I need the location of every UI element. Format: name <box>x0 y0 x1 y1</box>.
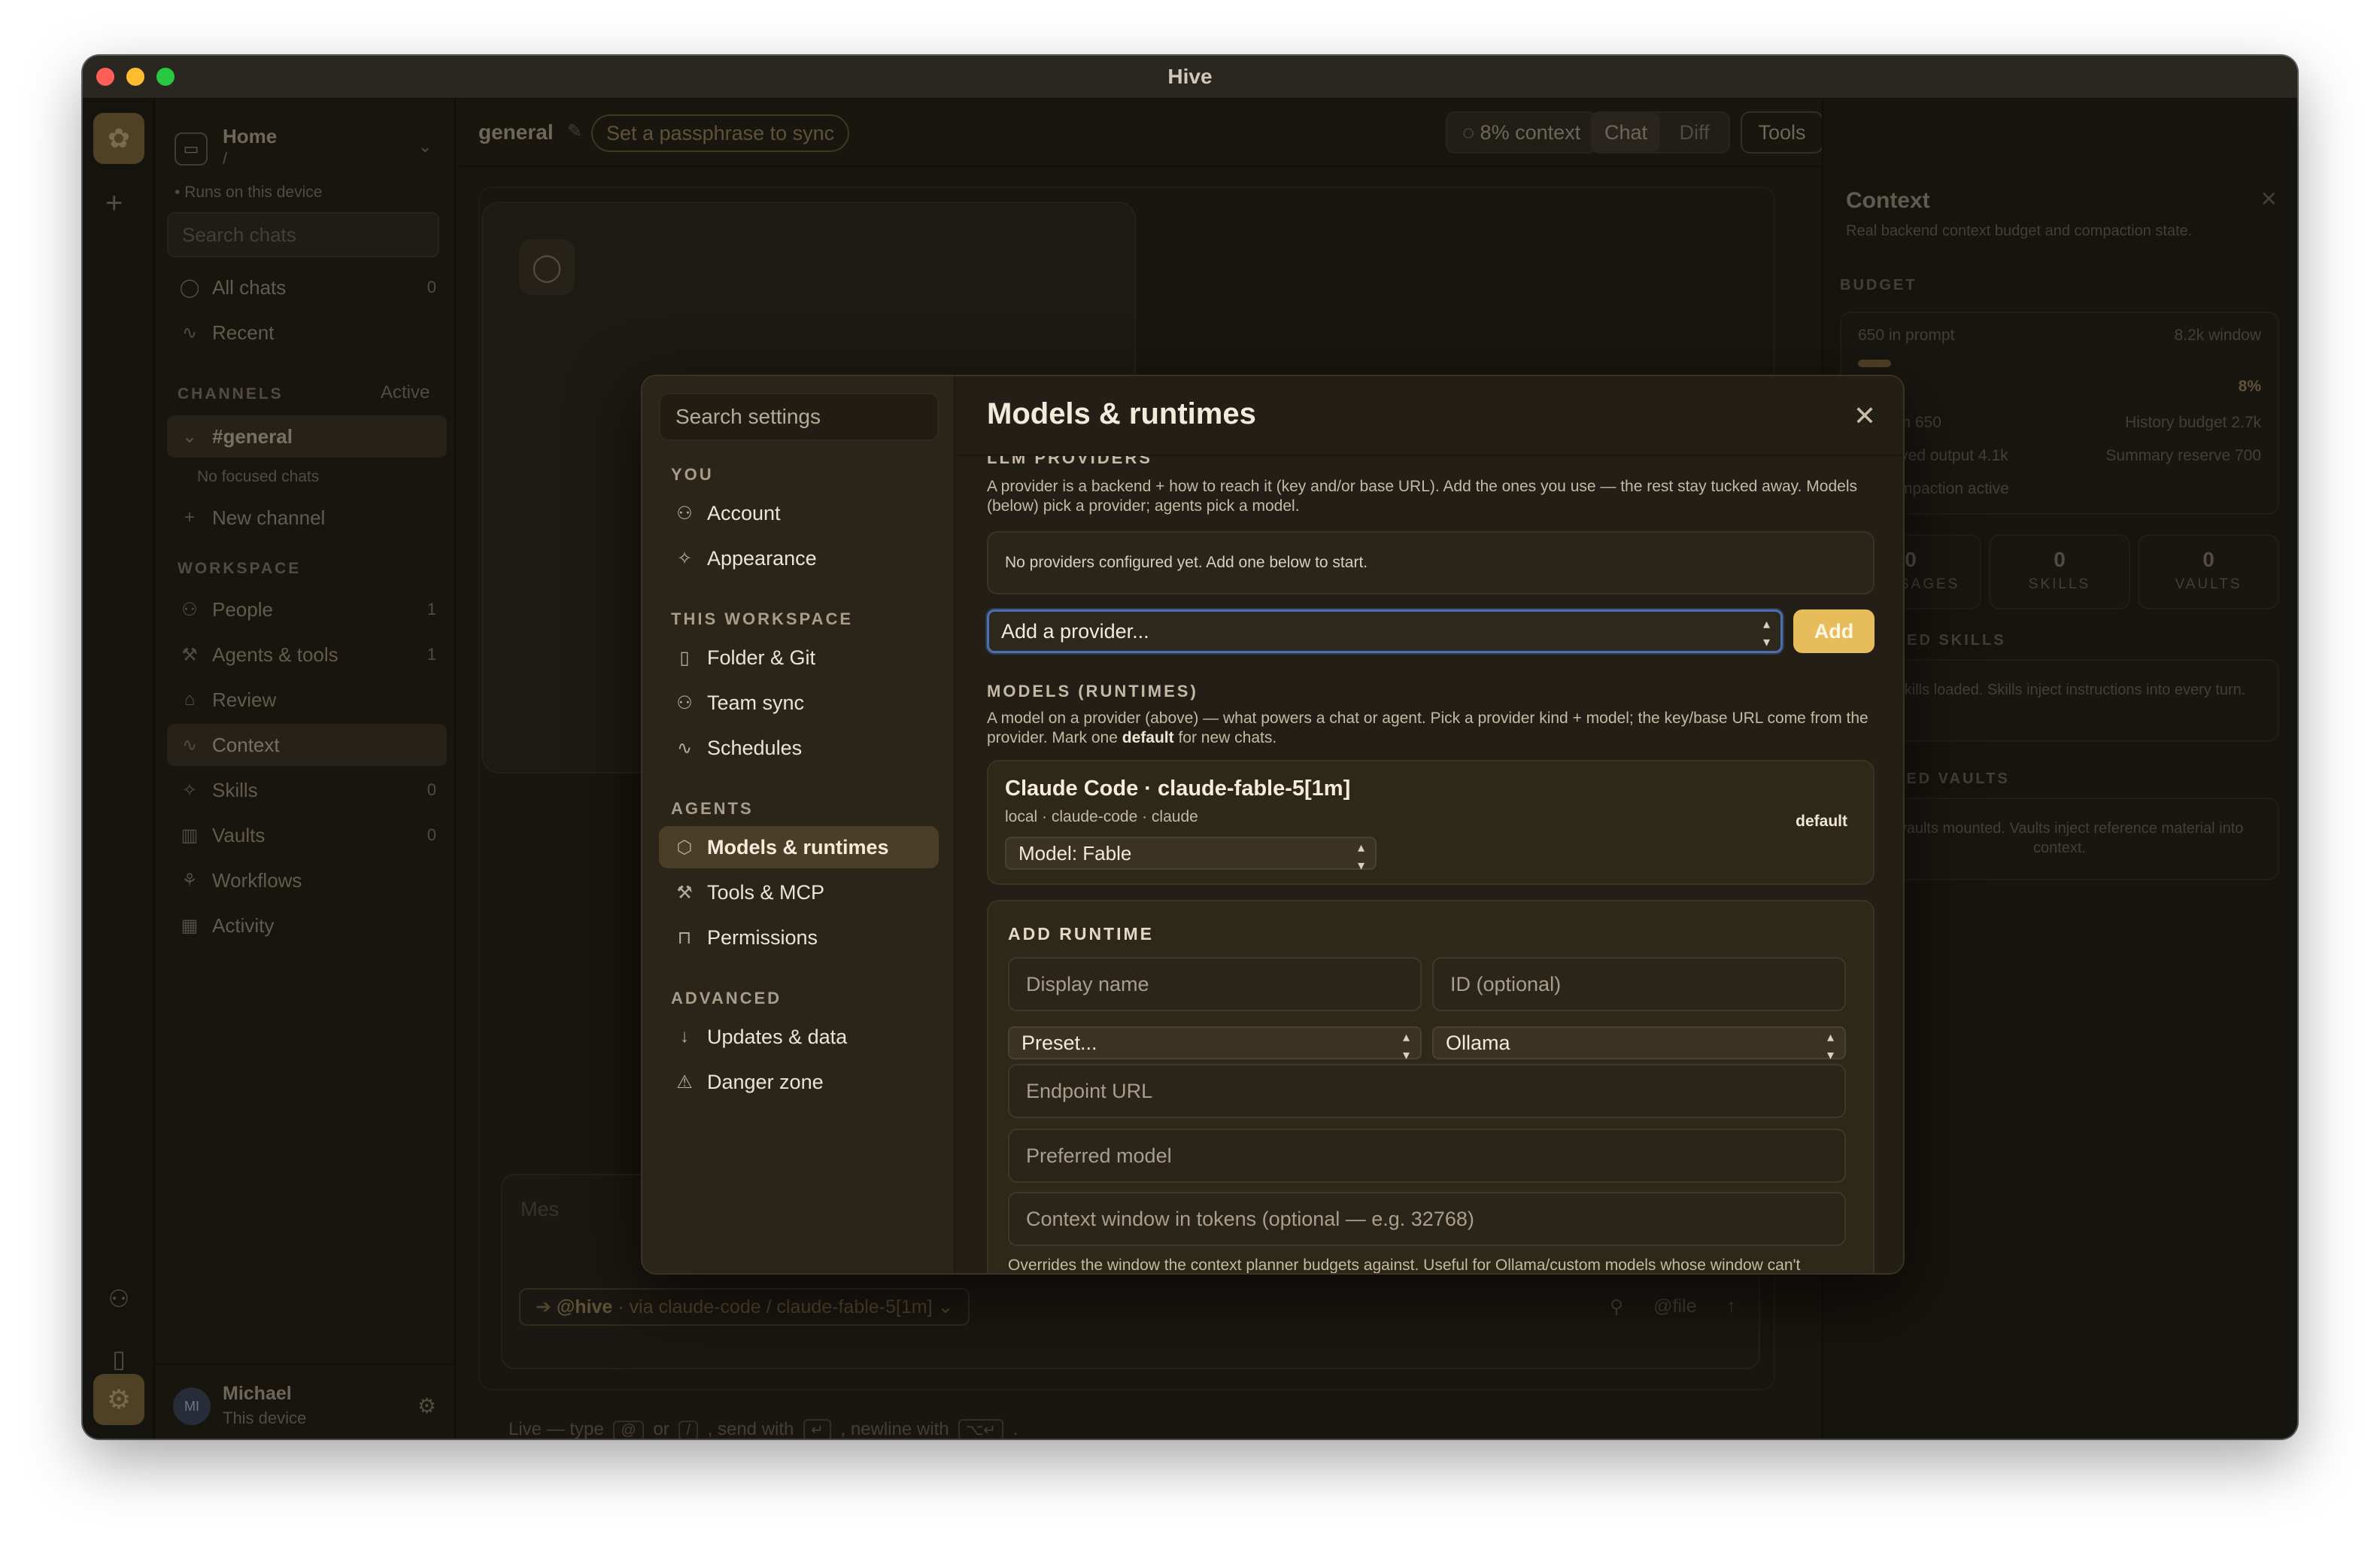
close-window-button[interactable] <box>96 68 114 86</box>
zoom-window-button[interactable] <box>156 68 175 86</box>
model-meta: local · claude-code · claude <box>1005 808 1198 825</box>
people-icon: ⚇ <box>676 692 693 713</box>
models-description: A model on a provider (above) — what pow… <box>987 709 1875 748</box>
lock-icon: ⊓ <box>677 927 692 948</box>
settings-item-team-sync[interactable]: ⚇ Team sync <box>659 682 939 724</box>
settings-item-label: Account <box>707 501 781 524</box>
add-provider-select[interactable]: Add a provider... ▴ ▾ <box>987 609 1783 653</box>
endpoint-url-input[interactable]: Endpoint URL <box>1008 1064 1846 1118</box>
settings-item-label: Folder & Git <box>707 646 816 669</box>
settings-item-label: Updates & data <box>707 1025 848 1048</box>
id-input[interactable]: ID (optional) <box>1432 957 1846 1011</box>
minimize-window-button[interactable] <box>126 68 144 86</box>
preset-value: Preset... <box>1022 1032 1097 1054</box>
file-icon: ▯ <box>679 647 690 668</box>
models-desc-bold: default <box>1122 729 1174 746</box>
settings-item-label: Schedules <box>707 736 803 759</box>
title-bar: Hive <box>83 56 2297 99</box>
settings-content: Models & runtimes ✕ LLM PROVIDERS A prov… <box>955 376 1903 1273</box>
settings-item-label: Permissions <box>707 925 818 949</box>
warning-icon: ⚠ <box>676 1071 693 1093</box>
settings-item-label: Appearance <box>707 546 817 570</box>
models-desc-text: A model on a provider (above) — what pow… <box>987 710 1868 746</box>
settings-item-label: Models & runtimes <box>707 835 889 859</box>
app-window: Hive ✿ + ⚇ ▯ ⚙ ▭ Home / ⌄ • Runs on this… <box>83 56 2297 1439</box>
user-icon: ⚇ <box>676 503 693 524</box>
settings-section-heading: AGENTS <box>671 799 754 818</box>
add-runtime-heading: ADD RUNTIME <box>1008 924 1154 944</box>
preferred-model-input[interactable]: Preferred model <box>1008 1129 1846 1183</box>
arrow-down-icon: ↓ <box>680 1026 689 1047</box>
settings-item-danger-zone[interactable]: ⚠ Danger zone <box>659 1061 939 1103</box>
select-arrows-icon: ▴ ▾ <box>1762 616 1770 649</box>
provider-kind-select[interactable]: Ollama ▴ ▾ <box>1432 1026 1846 1062</box>
select-arrows-icon: ▴ ▾ <box>1402 1029 1410 1062</box>
settings-nav: Search settings YOU ⚇ Account ✧ Appearance… <box>642 376 955 1273</box>
model-card[interactable]: Claude Code · claude-fable-5[1m] local ·… <box>987 760 1875 885</box>
providers-description: A provider is a backend + how to reach i… <box>987 478 1857 515</box>
search-settings-input[interactable]: Search settings <box>659 393 939 441</box>
settings-item-label: Danger zone <box>707 1070 824 1093</box>
settings-item-label: Tools & MCP <box>707 880 825 904</box>
hexagon-icon: ⬡ <box>676 837 693 858</box>
context-window-input[interactable]: Context window in tokens (optional — e.g… <box>1008 1192 1846 1246</box>
wrench-icon: ⚒ <box>676 882 693 903</box>
model-title: Claude Code · claude-fable-5[1m] <box>1005 777 1351 801</box>
settings-item-models-runtimes[interactable]: ⬡ Models & runtimes <box>659 826 939 868</box>
close-icon[interactable]: ✕ <box>1853 400 1876 432</box>
settings-title: Models & runtimes <box>987 397 1256 430</box>
providers-heading: LLM PROVIDERS <box>987 456 1152 467</box>
sparkle-icon: ✧ <box>676 548 693 569</box>
select-arrows-icon: ▴ ▾ <box>1357 840 1365 873</box>
model-select[interactable]: Model: Fable ▴ ▾ <box>1005 837 1377 873</box>
add-provider-value: Add a provider... <box>1001 620 1149 643</box>
select-arrows-icon: ▴ ▾ <box>1826 1029 1834 1062</box>
settings-item-appearance[interactable]: ✧ Appearance <box>659 537 939 579</box>
provider-kind-value: Ollama <box>1446 1032 1510 1054</box>
settings-item-label: Team sync <box>707 691 805 714</box>
window-title: Hive <box>1167 65 1213 88</box>
default-badge: default <box>1796 813 1847 830</box>
settings-modal: Search settings YOU ⚇ Account ✧ Appearance… <box>641 375 1905 1275</box>
settings-section-heading: THIS WORKSPACE <box>671 609 854 628</box>
model-select-value: Model: Fable <box>1018 842 1132 865</box>
models-desc-text: for new chats. <box>1178 729 1277 746</box>
settings-section-heading: YOU <box>671 465 714 484</box>
context-window-help: Overrides the window the context planner… <box>1008 1257 1801 1273</box>
providers-empty-state: No providers configured yet. Add one bel… <box>987 531 1875 594</box>
display-name-input[interactable]: Display name <box>1008 957 1422 1011</box>
window-controls <box>96 68 175 86</box>
settings-item-folder-git[interactable]: ▯ Folder & Git <box>659 637 939 679</box>
settings-section-heading: ADVANCED <box>671 989 782 1008</box>
settings-item-schedules[interactable]: ∿ Schedules <box>659 727 939 769</box>
activity-icon: ∿ <box>676 737 693 758</box>
add-runtime-card: ADD RUNTIME Display name ID (optional) P… <box>987 900 1875 1273</box>
preset-select[interactable]: Preset... ▴ ▾ <box>1008 1026 1422 1062</box>
settings-item-updates-data[interactable]: ↓ Updates & data <box>659 1016 939 1058</box>
settings-item-permissions[interactable]: ⊓ Permissions <box>659 916 939 959</box>
settings-header: Models & runtimes ✕ <box>955 376 1903 456</box>
settings-item-account[interactable]: ⚇ Account <box>659 492 939 534</box>
settings-scroll-area[interactable]: LLM PROVIDERS A provider is a backend + … <box>955 456 1903 1273</box>
settings-item-tools-mcp[interactable]: ⚒ Tools & MCP <box>659 871 939 913</box>
add-provider-button[interactable]: Add <box>1793 609 1875 653</box>
models-heading: MODELS (RUNTIMES) <box>987 682 1198 701</box>
